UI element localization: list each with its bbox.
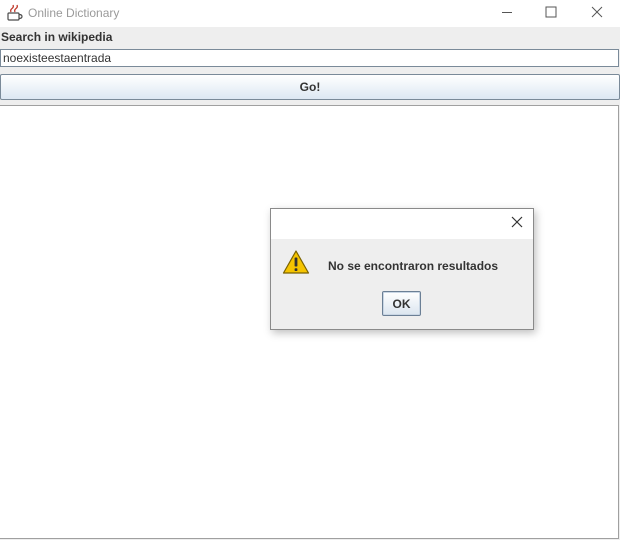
ok-button[interactable]: OK bbox=[382, 291, 421, 316]
search-label: Search in wikipedia bbox=[1, 30, 113, 44]
maximize-button[interactable] bbox=[528, 0, 574, 27]
search-input[interactable] bbox=[0, 49, 619, 67]
minimize-button[interactable] bbox=[484, 0, 530, 27]
dialog-close-button[interactable] bbox=[507, 214, 527, 234]
java-cup-icon bbox=[6, 4, 24, 22]
warning-icon bbox=[282, 249, 310, 275]
dialog-titlebar[interactable] bbox=[271, 209, 533, 239]
dialog-message: No se encontraron resultados bbox=[328, 259, 499, 273]
go-button[interactable]: Go! bbox=[0, 74, 620, 100]
message-dialog: No se encontraron resultados OK bbox=[270, 208, 534, 330]
window-title: Online Dictionary bbox=[28, 6, 120, 20]
window-titlebar[interactable]: Online Dictionary bbox=[0, 0, 620, 27]
minimize-icon bbox=[501, 5, 513, 23]
close-button[interactable] bbox=[574, 0, 620, 27]
close-icon bbox=[511, 215, 523, 233]
maximize-icon bbox=[545, 5, 557, 23]
close-icon bbox=[591, 5, 603, 23]
